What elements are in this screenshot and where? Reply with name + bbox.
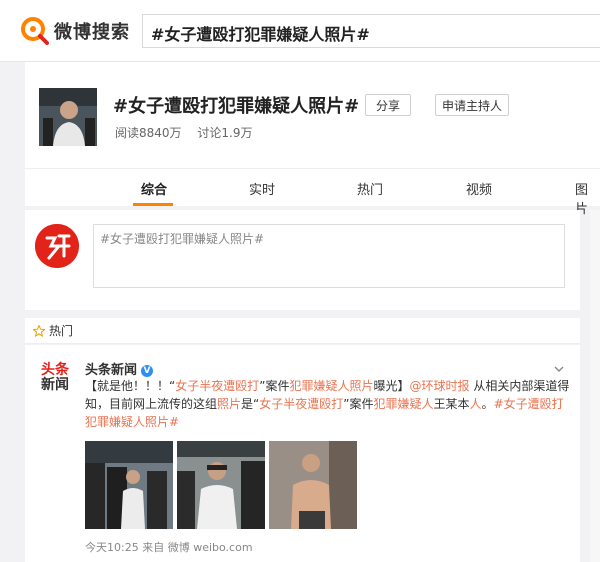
weibo-search-logo[interactable]: 微博搜索 xyxy=(20,16,130,46)
post-time[interactable]: 今天10:25 xyxy=(85,541,139,554)
tab-hot[interactable]: 热门 xyxy=(357,179,383,198)
topic-stats: 阅读8840万 讨论1.9万 xyxy=(115,124,264,141)
tab-realtime[interactable]: 实时 xyxy=(249,179,275,198)
logo-text: 微博搜索 xyxy=(54,22,130,43)
post-image-2[interactable] xyxy=(177,441,265,529)
post-source[interactable]: 微博 weibo.com xyxy=(168,541,253,554)
discussion-count: 讨论1.9万 xyxy=(197,126,253,140)
star-icon xyxy=(33,324,45,337)
search-input[interactable]: #女子遭殴打犯罪嫌疑人照片# xyxy=(142,14,600,48)
post-meta: 今天10:25 来自 微博 weibo.com xyxy=(85,539,253,555)
post-image-3[interactable] xyxy=(269,441,357,529)
author-avatar[interactable]: 头条 新闻 xyxy=(41,363,75,397)
topic-header: #女子遭殴打犯罪嫌疑人照片# 阅读8840万 讨论1.9万 分享 申请主持人 xyxy=(25,62,600,168)
author-logo-line2: 新闻 xyxy=(41,377,69,393)
post-highlight: 遭殴打 xyxy=(307,397,344,411)
post-highlight: 照片 xyxy=(217,397,242,411)
post-highlight: 犯罪嫌疑人照片 xyxy=(289,379,374,393)
post-highlight: 女子半夜 xyxy=(259,397,308,411)
post-highlight: 犯罪嫌疑人 xyxy=(373,397,434,411)
topic-avatar-image xyxy=(39,88,97,146)
post-highlight: 女子半夜 xyxy=(175,379,224,393)
tab-comprehensive[interactable]: 综合 xyxy=(141,179,167,198)
post-text: 【就是他！！！“女子半夜遭殴打”案件犯罪嫌疑人照片曝光】@环球时报 从相关内部渠… xyxy=(85,377,570,431)
author-logo-line1: 头条 xyxy=(41,362,69,378)
top-search-bar: 微博搜索 #女子遭殴打犯罪嫌疑人照片# xyxy=(0,0,600,62)
post-text-segment: 王某本 xyxy=(433,397,470,411)
share-button[interactable]: 分享 xyxy=(365,94,411,116)
tab-video[interactable]: 视频 xyxy=(466,179,492,198)
compose-textarea[interactable]: #女子遭殴打犯罪嫌疑人照片# xyxy=(93,224,565,288)
feed-post: 头条 新闻 头条新闻 V 【就是他！！！“女子半夜遭殴打”案件犯罪嫌疑人照片曝光】… xyxy=(25,345,580,562)
post-highlight: 人 xyxy=(469,397,482,411)
post-text-segment: 曝光】 xyxy=(373,379,410,393)
tab-bar: 综合 实时 热门 视频 图片 xyxy=(25,168,600,217)
hot-label: 热门 xyxy=(49,324,74,338)
weibo-q-icon xyxy=(20,16,50,46)
post-image-1[interactable] xyxy=(85,441,173,529)
post-text-segment: 是“ xyxy=(241,397,260,411)
post-text-segment: ”案件 xyxy=(259,379,290,393)
read-count: 阅读8840万 xyxy=(115,126,182,140)
post-text-segment: 【就是他！！！“ xyxy=(85,379,176,393)
post-link[interactable]: @环球时报 xyxy=(410,379,470,393)
topic-title: #女子遭殴打犯罪嫌疑人照片# xyxy=(113,96,360,117)
compose-box: #女子遭殴打犯罪嫌疑人照片# xyxy=(25,210,580,310)
post-text-segment: ”案件 xyxy=(343,397,374,411)
active-tab-indicator xyxy=(133,203,173,206)
scrollbar[interactable] xyxy=(590,210,600,562)
hot-section-header: 热门 xyxy=(25,318,580,344)
post-images xyxy=(85,441,361,529)
post-highlight: 遭殴打 xyxy=(223,379,260,393)
author-name-text: 头条新闻 xyxy=(85,363,138,378)
author-name[interactable]: 头条新闻 V xyxy=(85,359,154,378)
publisher-logo-icon xyxy=(35,224,79,268)
apply-host-button[interactable]: 申请主持人 xyxy=(435,94,509,116)
post-source-prefix: 来自 xyxy=(142,541,165,554)
post-text-segment: 。 xyxy=(481,397,494,411)
chevron-down-icon[interactable] xyxy=(554,361,564,375)
verified-icon: V xyxy=(141,364,154,377)
